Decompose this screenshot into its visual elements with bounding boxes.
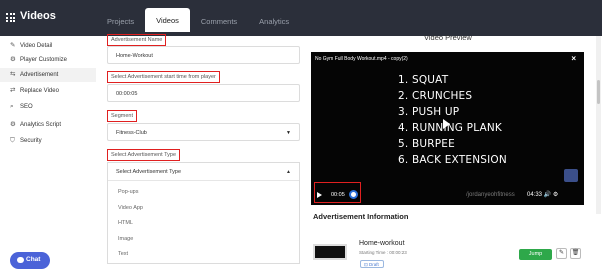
tab-projects[interactable]: Projects <box>96 12 145 32</box>
sidebar: ✎ Video Detail ⚙ Player Customize ⇆ Adve… <box>0 36 96 276</box>
exercise-line: 2. CRUNCHES <box>398 90 473 102</box>
tab-analytics[interactable]: Analytics <box>248 12 300 32</box>
ad-type-option-video-app[interactable]: Video App <box>118 205 143 211</box>
volume-icon[interactable]: 🔊 <box>544 192 551 198</box>
video-preview-title: Video Preview <box>424 33 472 42</box>
caret-down-icon: ▼ <box>286 130 291 136</box>
jump-button[interactable]: Jump <box>519 249 552 260</box>
close-icon[interactable]: × <box>571 54 576 63</box>
scrollbar[interactable] <box>596 36 601 214</box>
delete-icon[interactable]: 🗑 <box>570 248 581 259</box>
segment-select[interactable]: Fitness-Club ▼ <box>107 123 300 141</box>
video-watermark: /jordanyeohfitness <box>466 192 515 198</box>
ad-name-input[interactable]: Home-Workout <box>107 46 300 64</box>
code-icon: ⚙ <box>10 121 16 128</box>
ad-name-label: Advertisement Name <box>107 34 167 46</box>
ad-type-label: Select Advertisement Type <box>107 149 181 161</box>
status-badge: ⊡ Draft <box>360 260 384 268</box>
tab-comments[interactable]: Comments <box>190 12 248 32</box>
shield-icon: ⛉ <box>10 137 15 144</box>
sidebar-item-label: Advertisement <box>20 72 59 78</box>
sidebar-item-label: Analytics Script <box>20 122 62 128</box>
sidebar-item-player-customize[interactable]: ⚙ Player Customize <box>0 53 96 67</box>
tab-videos[interactable]: Videos <box>145 8 190 32</box>
sidebar-item-replace-video[interactable]: ⇄ Replace Video <box>0 84 96 98</box>
ad-name: Home-workout <box>359 240 405 247</box>
sidebar-item-analytics-script[interactable]: ⚙ Analytics Script <box>0 118 96 132</box>
play-button-icon[interactable] <box>317 192 322 198</box>
exercise-line: 3. PUSH UP <box>398 106 460 118</box>
sidebar-item-label: SEO <box>20 104 33 110</box>
segment-value: Fitness-Club <box>116 130 147 136</box>
ad-type-dropdown: Select Advertisement Type ▲ Pop-ups Vide… <box>107 162 300 264</box>
status-badge-label: Draft <box>369 262 379 267</box>
segment-label: Segment <box>107 110 138 122</box>
sidebar-item-label: Player Customize <box>20 57 68 63</box>
seek-handle[interactable] <box>349 190 358 199</box>
current-time: 00:05 <box>331 192 345 198</box>
replace-icon: ⇄ <box>10 87 16 94</box>
settings-icon[interactable]: ⚙ <box>553 192 558 198</box>
edit-icon: ✎ <box>10 42 16 49</box>
ad-icon: ⇆ <box>10 71 16 78</box>
sidebar-item-advertisement[interactable]: ⇆ Advertisement <box>0 68 96 82</box>
player-controls: 04:33 🔊 ⚙ <box>527 191 558 198</box>
ad-marker-icon[interactable] <box>564 169 578 182</box>
ad-thumbnail <box>313 244 347 260</box>
apps-grid-icon[interactable] <box>6 13 15 22</box>
sidebar-item-seo[interactable]: ⌕ SEO <box>0 100 96 114</box>
ad-start-time: Starting Time : 00:00:23 <box>359 250 407 255</box>
search-icon: ⌕ <box>10 103 14 110</box>
chat-label: Chat <box>26 256 41 263</box>
gear-icon: ⚙ <box>10 56 16 63</box>
ad-info-title: Advertisement Information <box>313 212 409 221</box>
edit-icon[interactable]: ✎ <box>556 248 567 259</box>
tab-bar: Projects Videos Comments Analytics <box>96 8 300 36</box>
start-time-input[interactable]: 00:00:05 <box>107 84 300 102</box>
exercise-line: 4. RUNNING PLANK <box>398 122 503 134</box>
play-icon[interactable] <box>443 119 450 129</box>
ad-type-option-popups[interactable]: Pop-ups <box>118 189 139 195</box>
sidebar-item-label: Video Detail <box>20 43 53 49</box>
chat-button[interactable]: Chat <box>10 252 50 269</box>
sidebar-item-label: Replace Video <box>20 88 59 94</box>
exercise-line: 1. SQUAT <box>398 74 449 86</box>
sidebar-item-security[interactable]: ⛉ Security <box>0 134 96 148</box>
video-title: No Gym Full Body Workout.mp4 - copy(2) <box>315 56 408 62</box>
ad-type-select[interactable]: Select Advertisement Type ▲ <box>108 163 299 181</box>
duration: 04:33 <box>527 192 543 198</box>
start-time-label: Select Advertisement start time from pla… <box>107 71 220 83</box>
app-title: Videos <box>20 10 56 22</box>
sidebar-item-video-detail[interactable]: ✎ Video Detail <box>0 39 96 53</box>
ad-type-option-image[interactable]: Image <box>118 236 133 242</box>
chat-icon <box>17 257 24 263</box>
caret-up-icon: ▲ <box>286 169 291 175</box>
ad-type-option-html[interactable]: HTML <box>118 220 133 226</box>
video-player[interactable]: No Gym Full Body Workout.mp4 - copy(2) ×… <box>311 52 584 205</box>
top-bar: Videos Projects Videos Comments Analytic… <box>0 0 602 36</box>
ad-type-placeholder: Select Advertisement Type <box>116 169 182 175</box>
scrollbar-thumb[interactable] <box>597 80 600 104</box>
sidebar-item-label: Security <box>20 138 42 144</box>
exercise-line: 5. BURPEE <box>398 138 455 150</box>
draft-icon: ⊡ <box>364 262 368 267</box>
exercise-line: 6. BACK EXTENSION <box>398 154 507 166</box>
ad-type-option-text[interactable]: Text <box>118 251 128 257</box>
